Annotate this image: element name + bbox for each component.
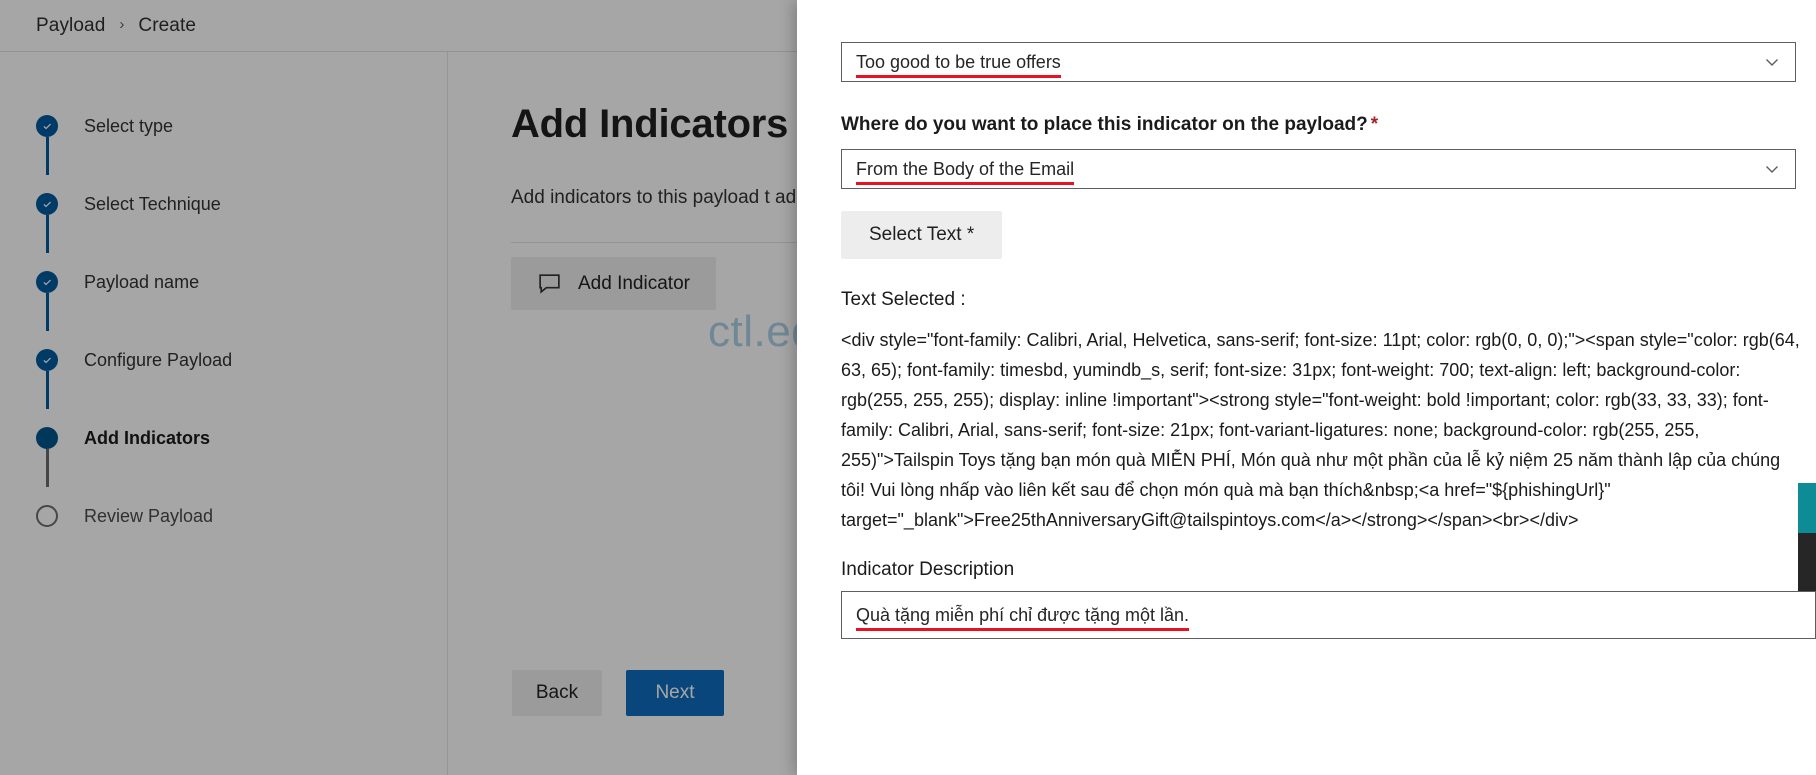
wizard-step-payload-name[interactable]: Payload name: [0, 262, 447, 331]
indicator-type-dropdown[interactable]: Too good to be true offers: [841, 42, 1796, 82]
wizard-step-add-indicators[interactable]: Add Indicators: [0, 418, 447, 487]
check-circle-icon: [36, 271, 58, 293]
indicator-description-input[interactable]: Quà tặng miễn phí chỉ được tặng một lần.: [841, 591, 1816, 639]
back-button[interactable]: Back: [512, 670, 602, 716]
wizard-step-select-technique[interactable]: Select Technique: [0, 184, 447, 253]
text-selected-label: Text Selected :: [841, 289, 966, 310]
comment-bubble-icon: [537, 271, 562, 296]
wizard-step-label: Payload name: [84, 271, 200, 292]
check-circle-icon: [36, 115, 58, 137]
wizard-step-label: Select Technique: [84, 193, 221, 214]
step-connector: [46, 293, 49, 331]
empty-circle-icon: [36, 505, 58, 527]
select-text-button[interactable]: Select Text *: [841, 211, 1003, 259]
check-circle-icon: [36, 349, 58, 371]
chevron-right-icon: ›: [119, 16, 125, 33]
check-circle-icon: [36, 193, 58, 215]
wizard-step-select-type[interactable]: Select type: [0, 106, 447, 175]
breadcrumb-item-payload[interactable]: Payload: [36, 15, 105, 37]
wizard-step-review-payload[interactable]: Review Payload: [0, 496, 447, 536]
edge-teal-block: [1798, 483, 1816, 533]
step-connector: [46, 371, 49, 409]
indicator-type-field: Too good to be true offers: [841, 42, 1796, 82]
placement-label-text: Where do you want to place this indicato…: [841, 114, 1368, 135]
placement-value: From the Body of the Email: [856, 158, 1075, 185]
text-selected-value: <div style="font-family: Calibri, Arial,…: [841, 330, 1805, 530]
wizard-step-rail: Select type Select Technique Payload nam…: [0, 52, 448, 775]
filled-circle-icon: [36, 427, 58, 449]
breadcrumb-item-create[interactable]: Create: [138, 15, 196, 37]
wizard-step-configure-payload[interactable]: Configure Payload: [0, 340, 447, 409]
required-asterisk: *: [1370, 114, 1379, 135]
step-connector: [46, 137, 49, 175]
wizard-step-label: Review Payload: [84, 505, 214, 526]
wizard-step-label: Select type: [84, 115, 174, 136]
edge-dark-block: [1798, 533, 1816, 591]
add-indicator-flyout-panel: Too good to be true offers Where do you …: [797, 0, 1816, 775]
placement-field: Where do you want to place this indicato…: [841, 112, 1796, 189]
chevron-down-icon: [1763, 160, 1781, 178]
indicator-type-value: Too good to be true offers: [856, 51, 1061, 78]
step-connector: [46, 449, 49, 487]
add-indicator-label: Add Indicator: [578, 272, 690, 294]
next-button[interactable]: Next: [626, 670, 724, 716]
step-connector: [46, 215, 49, 253]
placement-dropdown[interactable]: From the Body of the Email: [841, 149, 1796, 189]
placement-label: Where do you want to place this indicato…: [841, 112, 1796, 138]
wizard-step-label: Add Indicators: [84, 427, 211, 448]
indicator-description-label: Indicator Description: [841, 559, 1015, 580]
add-indicator-button[interactable]: Add Indicator: [511, 257, 716, 310]
wizard-footer: Back Next: [512, 670, 724, 716]
chevron-down-icon: [1763, 53, 1781, 71]
indicator-description-value: Quà tặng miễn phí chỉ được tặng một lần.: [856, 604, 1190, 631]
wizard-step-label: Configure Payload: [84, 349, 233, 370]
